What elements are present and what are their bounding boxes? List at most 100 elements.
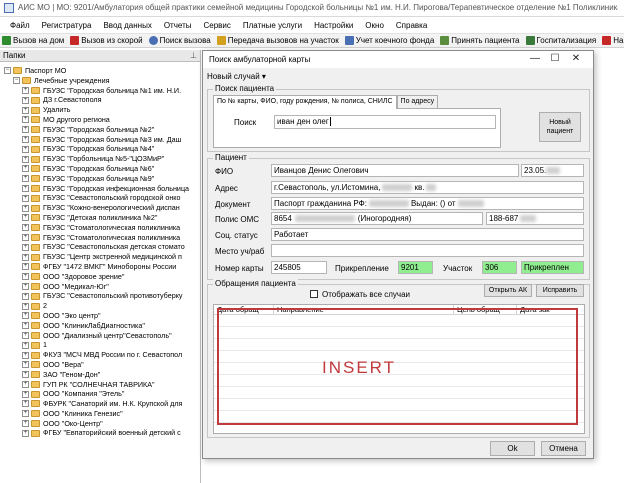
tree-item[interactable]: + ООО "Око-Центр" — [0, 419, 200, 429]
tree-item[interactable]: + ГБУЗС "Городская больница №3 им. Даш — [0, 135, 200, 145]
expand-icon[interactable]: + — [22, 341, 29, 349]
tree-item[interactable]: + Удалить — [0, 105, 200, 115]
menu-settings[interactable]: Настройки — [314, 21, 353, 30]
expand-icon[interactable]: + — [22, 361, 29, 369]
menu-window[interactable]: Окно — [365, 21, 384, 30]
new-patient-button[interactable]: Новый пациент — [539, 112, 581, 142]
expand-icon[interactable]: + — [22, 420, 29, 428]
tree-item[interactable]: + ООО "Клиника Генезис" — [0, 409, 200, 419]
menu-service[interactable]: Сервис — [203, 21, 230, 30]
tree-item[interactable]: + ГБУЗС "Стоматологическая поликлиника — [0, 223, 200, 233]
menu-help[interactable]: Справка — [396, 21, 427, 30]
tree-item[interactable]: +1 — [0, 340, 200, 350]
tree-item[interactable]: − Паспорт МО — [0, 66, 200, 76]
expand-icon[interactable]: + — [22, 204, 29, 212]
open-ak-button[interactable]: Открыть АК — [484, 284, 532, 297]
tree-item[interactable]: + ГБУЗС "Стоматологическая поликлиника — [0, 233, 200, 243]
tree-item[interactable]: + ГБУЗС "Севастопольская детская стомато — [0, 242, 200, 252]
new-case-menu[interactable]: Новый случай ▾ — [207, 72, 266, 81]
fix-button[interactable]: Исправить — [536, 284, 584, 297]
maximize-icon[interactable]: ☐ — [548, 53, 562, 64]
tree-item[interactable]: + ГБУЗС "Горбольница №5-"ЦОЗМиР" — [0, 154, 200, 164]
show-all-checkbox[interactable] — [310, 290, 318, 298]
tree-item[interactable]: + ФГБУ "1472 ВМКГ" Минобороны России — [0, 262, 200, 272]
expand-icon[interactable]: + — [22, 312, 29, 320]
tree-item[interactable]: +2 — [0, 301, 200, 311]
tree-item[interactable]: + ГБУЗС "Городская больница №6" — [0, 164, 200, 174]
tree-item[interactable]: + ООО "Вера" — [0, 360, 200, 370]
expand-icon[interactable]: + — [22, 273, 29, 281]
tree-item[interactable]: + ООО "Медикал-Юг" — [0, 282, 200, 292]
tree-item[interactable]: + ДЗ г.Севастополя — [0, 95, 200, 105]
toolbar-bed-fund-button[interactable]: Учет коечного фонда — [344, 36, 434, 45]
expand-icon[interactable]: + — [22, 116, 29, 124]
expand-icon[interactable]: + — [22, 224, 29, 232]
tree-item[interactable]: + ГБУЗС "Центр экстренной медицинской п — [0, 252, 200, 262]
tree-item[interactable]: + ГБУЗС "Городская больница №9" — [0, 174, 200, 184]
menu-data-entry[interactable]: Ввод данных — [103, 21, 151, 30]
expand-icon[interactable]: + — [22, 371, 29, 379]
minimize-icon[interactable]: — — [528, 53, 542, 64]
expand-icon[interactable]: + — [22, 243, 29, 251]
toolbar-hospitalization-button[interactable]: Госпитализация — [525, 36, 596, 45]
tree-item[interactable]: + ФКУЗ "МСЧ МВД России по г. Севастопол — [0, 350, 200, 360]
expand-icon[interactable]: + — [22, 351, 29, 359]
tree-item[interactable]: + ГБУЗС "Детская поликлиника №2" — [0, 213, 200, 223]
expand-icon[interactable]: + — [22, 233, 29, 241]
menu-registratura[interactable]: Регистратура — [42, 21, 92, 30]
toolbar-home-visit-button[interactable]: Вызов на дом — [2, 36, 64, 45]
expand-icon[interactable]: + — [22, 106, 29, 114]
expand-icon[interactable]: + — [22, 292, 29, 300]
expand-icon[interactable]: + — [22, 214, 29, 222]
tab-by-card[interactable]: По № карты, ФИО, году рождения, № полиса… — [213, 95, 397, 109]
expand-icon[interactable]: + — [22, 400, 29, 408]
expand-icon[interactable]: + — [22, 263, 29, 271]
tree-item[interactable]: + ООО "Диализный центр"Севастополь" — [0, 331, 200, 341]
expand-icon[interactable]: + — [22, 390, 29, 398]
tree-item[interactable]: + ГБУЗС "Кожно-венерологический диспан — [0, 203, 200, 213]
expand-icon[interactable]: + — [22, 86, 29, 94]
expand-icon[interactable]: + — [22, 96, 29, 104]
tree-item[interactable]: + ГБУЗС "Городская инфекционная больница — [0, 184, 200, 194]
tree-item[interactable]: + ФГБУ "Евпаторийский военный детский с — [0, 428, 200, 438]
tree-item[interactable]: + ФБУРК "Санаторий им. Н.К. Крупской для — [0, 399, 200, 409]
expand-icon[interactable]: + — [22, 135, 29, 143]
search-input[interactable]: иван ден олег — [274, 115, 496, 129]
expand-icon[interactable]: + — [22, 145, 29, 153]
tree-item[interactable]: + ГУП РК "СОЛНЕЧНАЯ ТАВРИКА" — [0, 380, 200, 390]
toolbar-transfer-button[interactable]: Передача вызовов на участок — [216, 36, 339, 45]
expand-icon[interactable]: + — [22, 282, 29, 290]
tree-item[interactable]: + ГБУЗС "Севастопольский городской онко — [0, 193, 200, 203]
tree-item[interactable]: + ГБУЗС "Городская больница №1 им. Н.И. — [0, 86, 200, 96]
tree-item[interactable]: + ООО "Здоровое зрение" — [0, 272, 200, 282]
menu-paid-services[interactable]: Платные услуги — [243, 21, 302, 30]
expand-icon[interactable]: + — [22, 175, 29, 183]
cancel-button[interactable]: Отмена — [541, 441, 586, 456]
tree-item[interactable]: + ООО "Компания "Этель" — [0, 389, 200, 399]
expand-icon[interactable]: + — [22, 302, 29, 310]
expand-icon[interactable]: + — [22, 322, 29, 330]
expand-icon[interactable]: + — [22, 253, 29, 261]
expand-icon[interactable]: + — [22, 155, 29, 163]
tree-item[interactable]: + ООО "КлиникЛабДиагностика" — [0, 321, 200, 331]
expand-icon[interactable]: + — [22, 429, 29, 437]
tree-item[interactable]: + МО другого региона — [0, 115, 200, 125]
toolbar-referral-button[interactable]: Направление на М — [602, 36, 624, 45]
expand-icon[interactable]: + — [22, 380, 29, 388]
expand-icon[interactable]: + — [22, 331, 29, 339]
expand-icon[interactable]: + — [22, 165, 29, 173]
toolbar-accept-patient-button[interactable]: Принять пациента — [440, 36, 520, 45]
pin-icon[interactable]: ⊥ — [190, 50, 197, 62]
expand-icon[interactable]: + — [22, 126, 29, 134]
tree-item[interactable]: − Лечебные учреждения — [0, 76, 200, 86]
expand-icon[interactable]: + — [22, 194, 29, 202]
tree-item[interactable]: + ЗАО "Геном-Дон" — [0, 370, 200, 380]
tree-item[interactable]: + ГБУЗС "Севастопольский противотуберку — [0, 291, 200, 301]
toolbar-ambulance-call-button[interactable]: Вызов из скорой — [70, 36, 143, 45]
toolbar-search-call-button[interactable]: Поиск вызова — [148, 36, 211, 45]
tree-item[interactable]: + ГБУЗС "Городская больница №2" — [0, 125, 200, 135]
tab-by-address[interactable]: По адресу — [396, 95, 439, 108]
tree-item[interactable]: + ООО "Эко центр" — [0, 311, 200, 321]
close-icon[interactable]: ✕ — [569, 53, 583, 64]
expand-icon[interactable]: + — [22, 184, 29, 192]
